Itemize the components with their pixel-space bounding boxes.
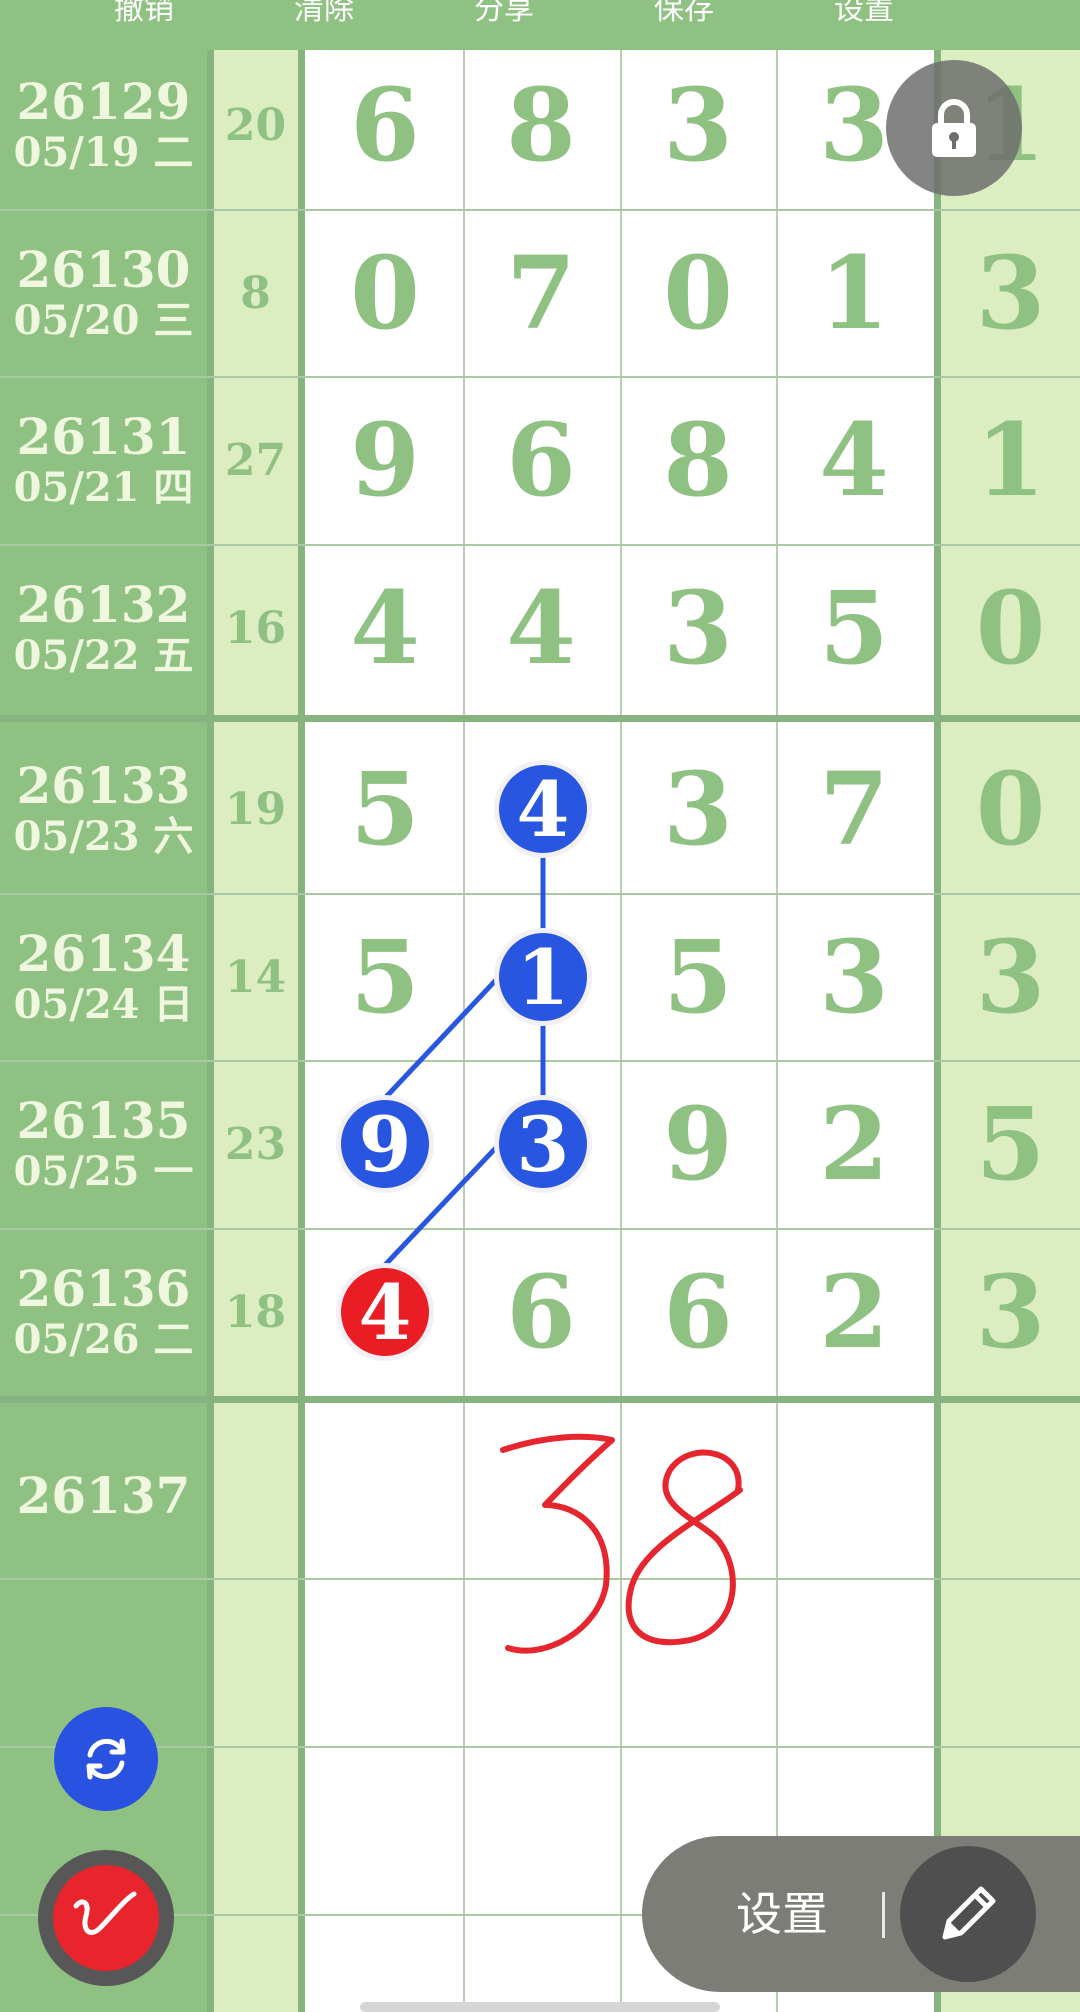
edit-button[interactable] [900, 1846, 1036, 1982]
pencil-icon [942, 1886, 996, 1940]
settings-top-button[interactable]: 设置 [774, 0, 954, 50]
undo-button[interactable]: 撤销 [54, 0, 234, 50]
home-indicator [360, 2002, 720, 2012]
save-button[interactable]: 保存 [594, 0, 774, 50]
clear-button[interactable]: 清除 [234, 0, 414, 50]
refresh-button[interactable] [54, 1707, 158, 1811]
share-button[interactable]: 分享 [414, 0, 594, 50]
settings-panel-toggle[interactable]: 设置 [642, 1836, 1080, 1992]
settings-label[interactable]: 设置 [736, 1836, 828, 1992]
separator [882, 1892, 885, 1938]
lock-button[interactable] [886, 60, 1022, 196]
pen-color-button[interactable] [38, 1850, 174, 1986]
handwritten-note [500, 1433, 743, 1654]
lock-icon [932, 99, 976, 157]
top-toolbar: 撤销 清除 分享 保存 设置 [0, 0, 1080, 50]
refresh-icon [86, 1738, 126, 1780]
pen-icon [73, 1891, 137, 1935]
